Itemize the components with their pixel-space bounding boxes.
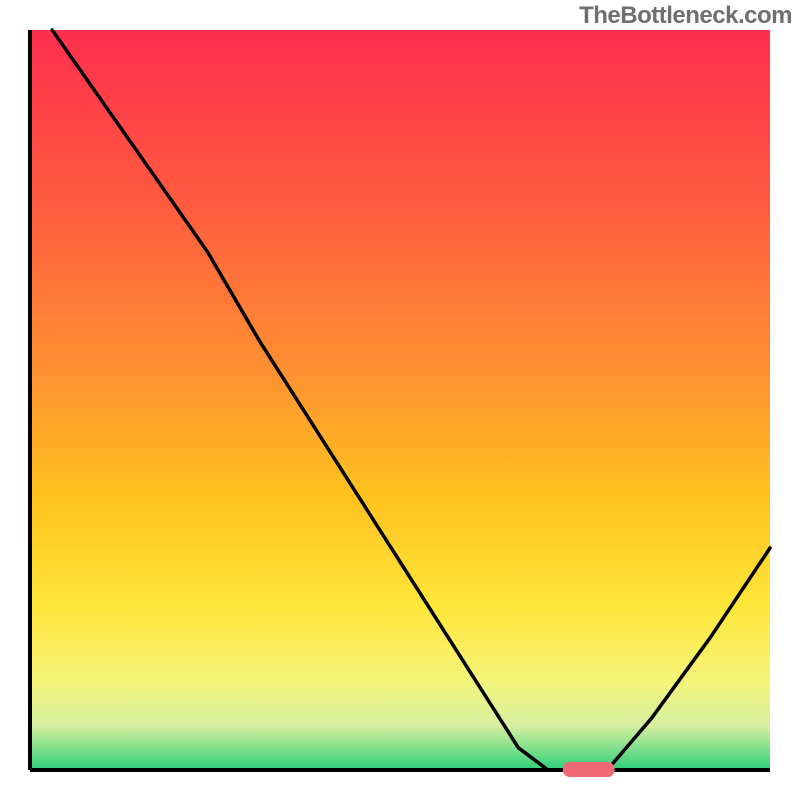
chart-svg xyxy=(0,0,800,800)
optimal-marker xyxy=(563,762,615,777)
chart-canvas: TheBottleneck.com xyxy=(0,0,800,800)
plot-area xyxy=(30,30,770,770)
